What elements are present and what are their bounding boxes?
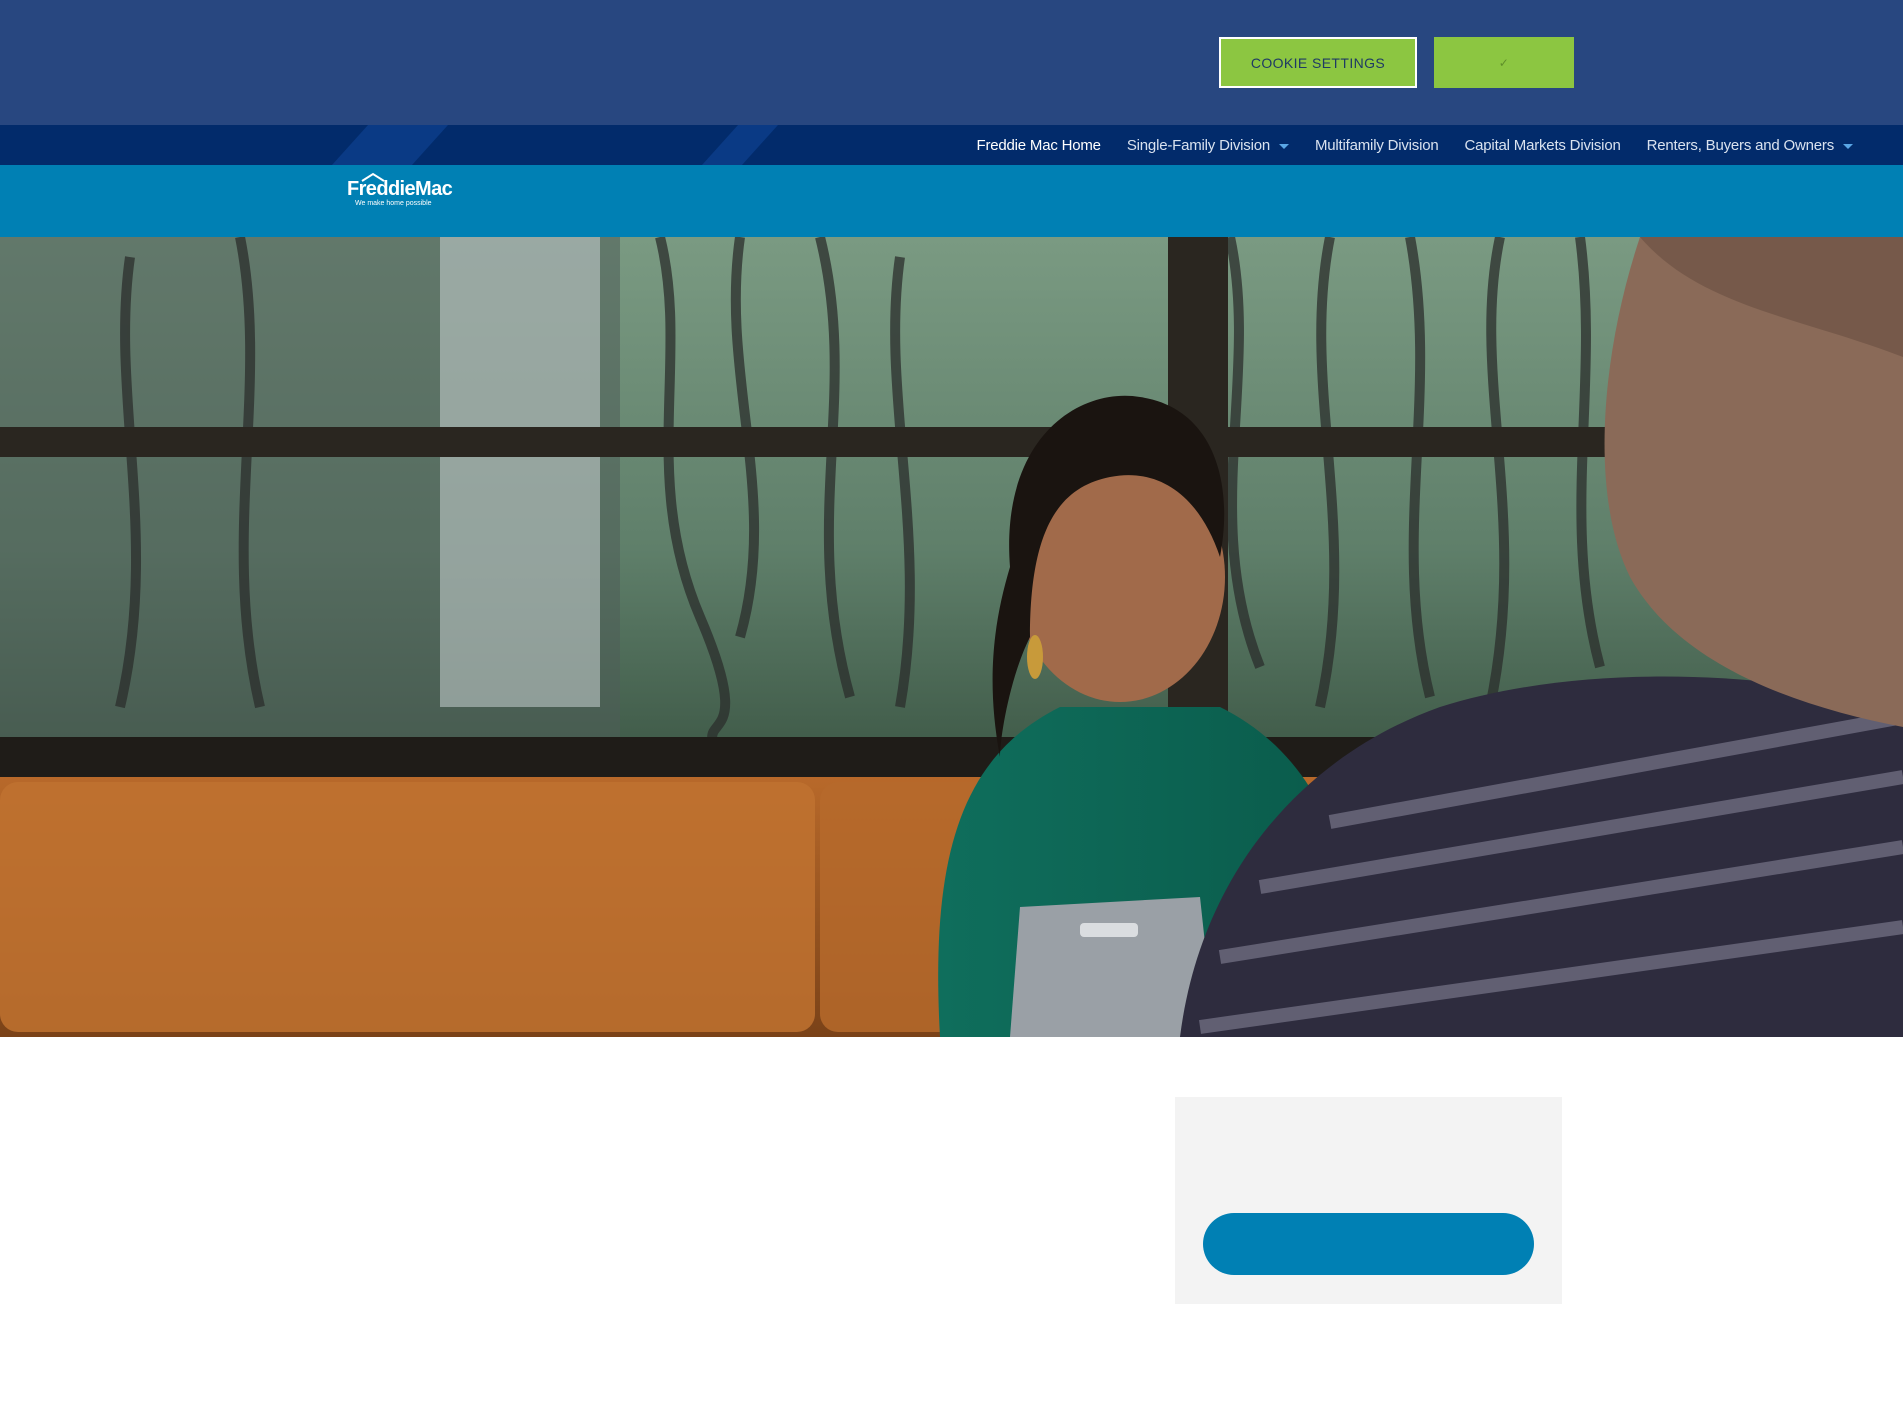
freddie-mac-logo[interactable]: FreddieMac We make home possible (347, 172, 453, 208)
nav-item-single-family-division[interactable]: Single-Family Division (1127, 137, 1289, 154)
sidebar-cta-button[interactable] (1203, 1213, 1534, 1275)
chevron-down-icon (1843, 143, 1853, 149)
house-roof-icon (361, 172, 385, 182)
cookie-accept-button[interactable]: ✓ (1434, 37, 1574, 88)
sidebar-card (1175, 1097, 1562, 1304)
nav-item-label: Capital Markets Division (1464, 136, 1621, 154)
nav-item-multifamily-division[interactable]: Multifamily Division (1315, 137, 1439, 154)
chevron-down-icon (1278, 143, 1289, 149)
nav-item-label: Freddie Mac Home (976, 136, 1101, 154)
nav-decorative-stripe (701, 125, 779, 165)
nav-item-label: Single-Family Division (1126, 136, 1270, 154)
nav-decorative-stripe (331, 125, 449, 165)
nav-item-renters-buyers-owners[interactable]: Renters, Buyers and Owners (1647, 137, 1853, 154)
logo-tagline: We make home possible (355, 200, 432, 207)
hero-photo (0, 237, 1903, 1037)
check-icon: ✓ (1498, 55, 1510, 70)
brand-bar: FreddieMac We make home possible (0, 165, 1903, 237)
cookie-settings-button[interactable]: COOKIE SETTINGS (1219, 37, 1417, 88)
nav-item-label: Multifamily Division (1314, 136, 1439, 154)
top-navigation: Freddie Mac Home Single-Family Division … (0, 125, 1903, 165)
nav-item-capital-markets-division[interactable]: Capital Markets Division (1465, 137, 1621, 154)
nav-item-freddie-mac-home[interactable]: Freddie Mac Home (976, 136, 1101, 154)
hero-image (0, 237, 1903, 1037)
cookie-banner: COOKIE SETTINGS ✓ (0, 0, 1903, 125)
nav-item-label: Renters, Buyers and Owners (1646, 136, 1835, 154)
